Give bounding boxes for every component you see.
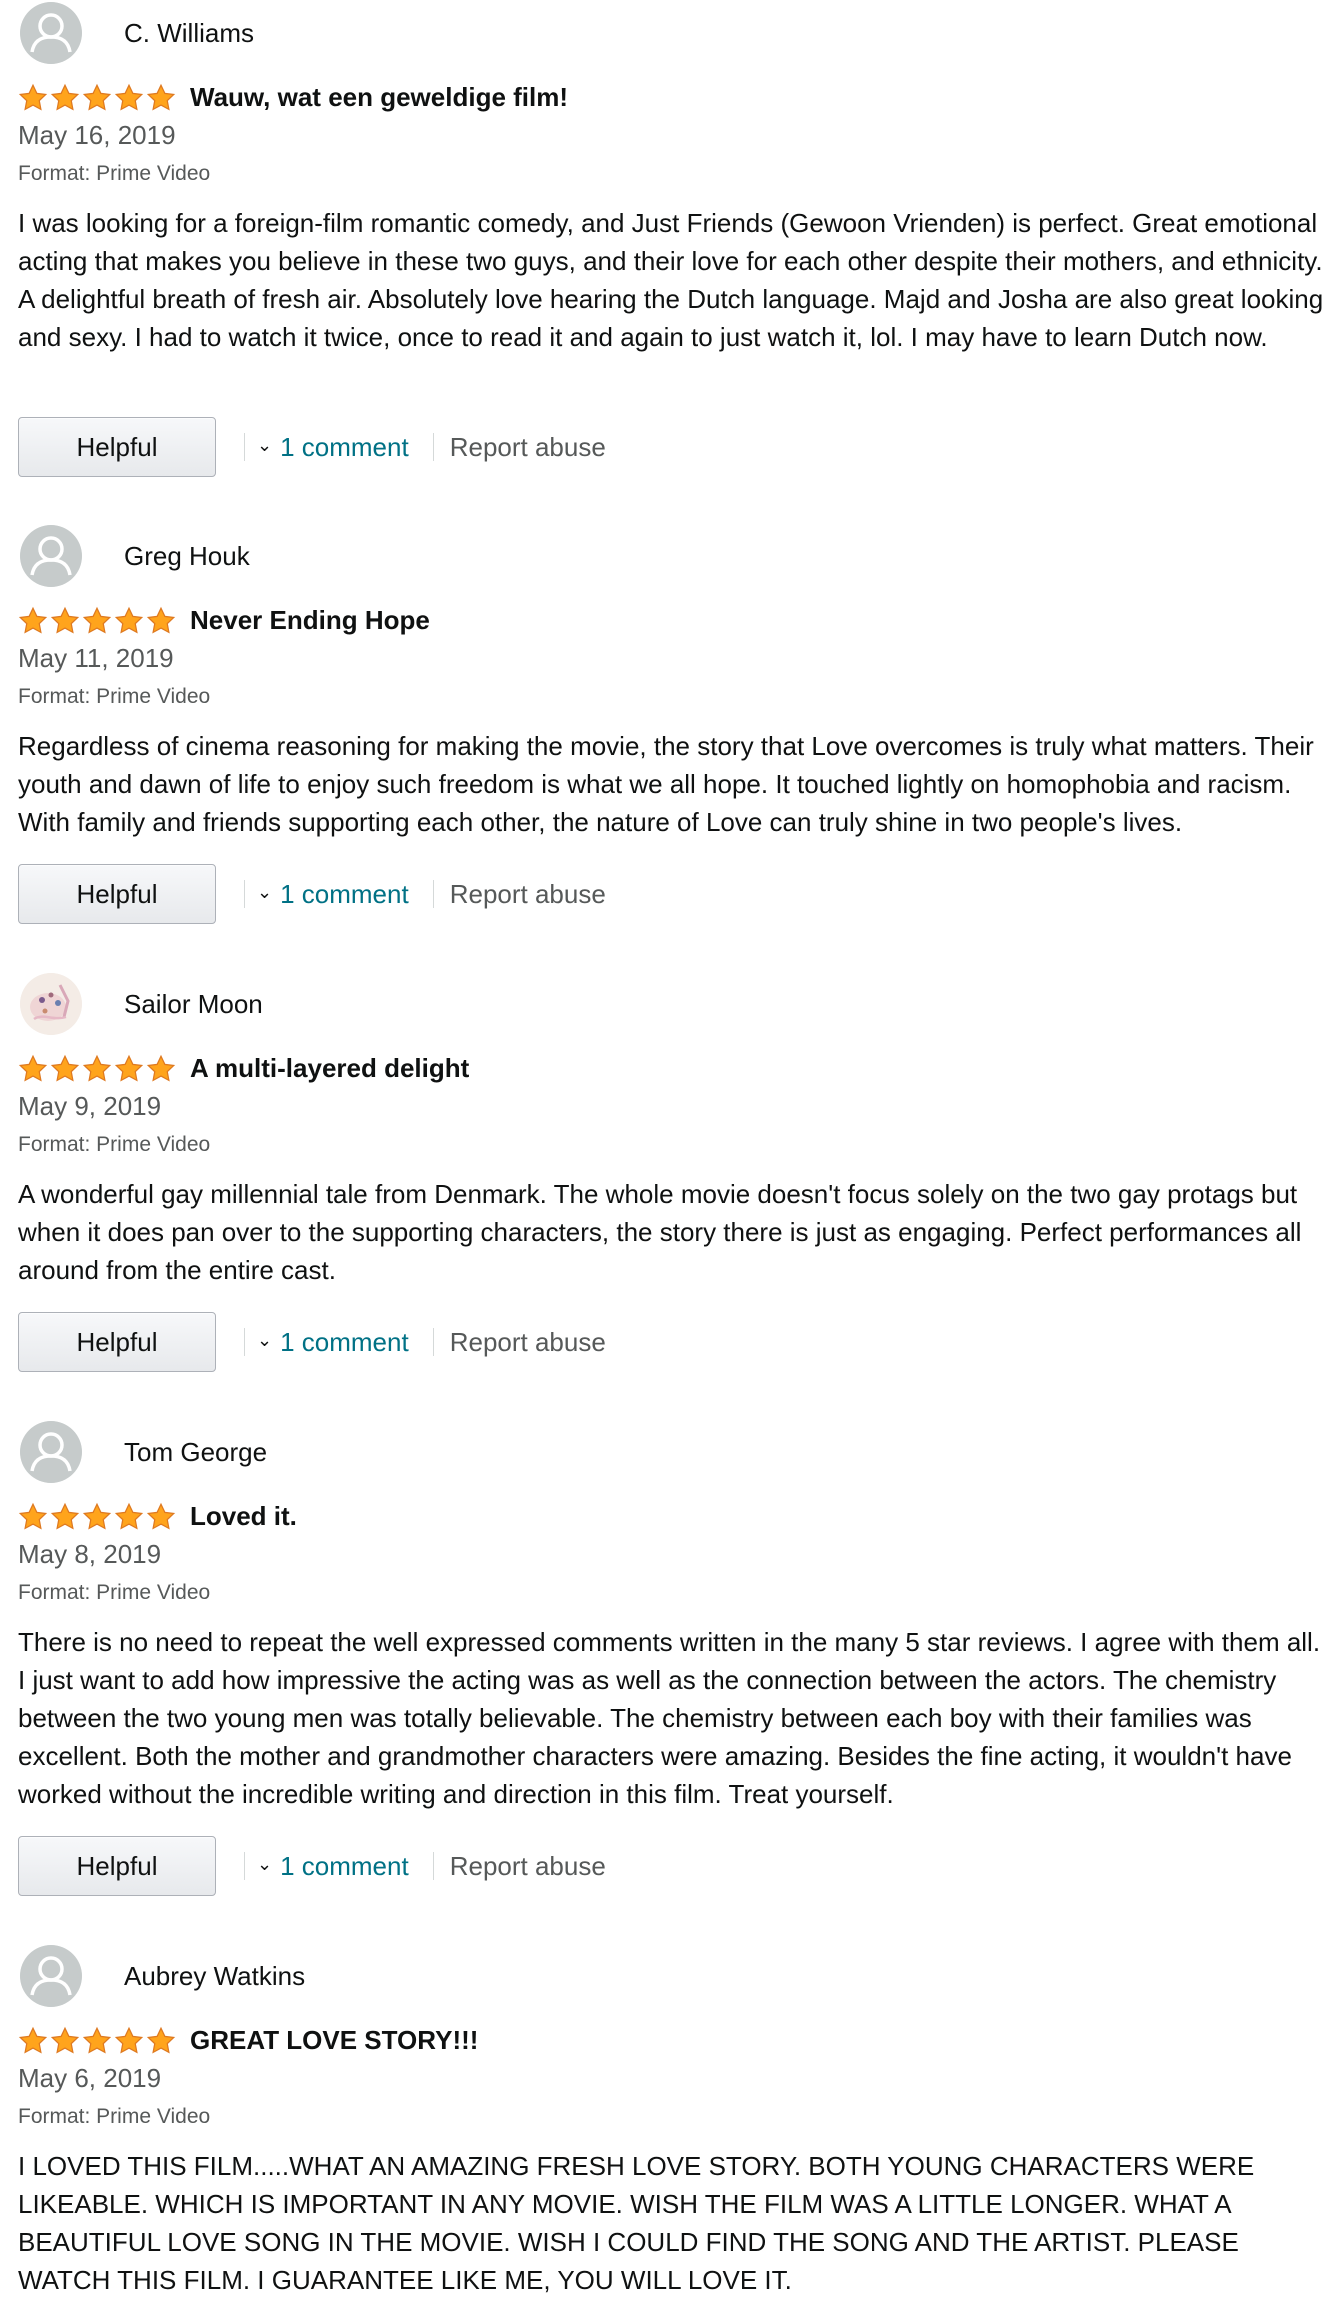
review-title[interactable]: A multi-layered delight (190, 1053, 469, 1084)
report-abuse-link[interactable]: Report abuse (450, 879, 606, 910)
report-abuse-link[interactable]: Report abuse (450, 1327, 606, 1358)
review-format: Format: Prime Video (18, 1581, 211, 1604)
comments-link[interactable]: 1 comment (280, 1851, 409, 1882)
divider (244, 1328, 245, 1356)
review-format: Format: Prime Video (18, 2105, 211, 2128)
custom-avatar-icon (20, 973, 82, 1035)
star-icon (50, 2026, 80, 2054)
star-rating[interactable] (18, 83, 176, 113)
star-icon (82, 1502, 112, 1530)
comments-link[interactable]: 1 comment (280, 1327, 409, 1358)
star-icon (18, 1054, 48, 1082)
review-title[interactable]: GREAT LOVE STORY!!! (190, 2025, 478, 2056)
review-date: May 9, 2019 (18, 1091, 162, 1121)
helpful-button[interactable]: Helpful (18, 417, 216, 477)
reviewer-name: Greg Houk (124, 540, 250, 571)
star-icon (82, 606, 112, 634)
review-actions: Helpful ⌄ 1 comment Report abuse (18, 1835, 606, 1897)
star-icon (146, 606, 176, 634)
star-icon (146, 1054, 176, 1082)
review-format: Format: Prime Video (18, 1133, 211, 1156)
review-actions: Helpful ⌄ 1 comment Report abuse (18, 416, 606, 478)
default-avatar-icon (20, 2, 82, 64)
report-abuse-link[interactable]: Report abuse (450, 432, 606, 463)
comments-link[interactable]: 1 comment (280, 432, 409, 463)
divider (244, 880, 245, 908)
star-icon (82, 2026, 112, 2054)
review-body: There is no need to repeat the well expr… (18, 1627, 1321, 1809)
comments-toggle[interactable]: ⌄ 1 comment (257, 432, 409, 463)
divider (432, 880, 434, 908)
default-avatar-icon (20, 1945, 82, 2007)
review-title[interactable]: Wauw, wat een geweldige film! (190, 82, 568, 113)
star-icon (82, 1054, 112, 1082)
chevron-down-icon: ⌄ (257, 434, 273, 455)
star-icon (50, 1502, 80, 1530)
reviewer-profile[interactable]: Aubrey Watkins (20, 1945, 305, 2007)
review-date: May 8, 2019 (18, 1539, 162, 1569)
reviewer-profile[interactable]: Sailor Moon (20, 973, 263, 1035)
star-rating[interactable] (18, 2026, 176, 2056)
comments-toggle[interactable]: ⌄ 1 comment (257, 879, 409, 910)
star-icon (146, 83, 176, 111)
star-rating[interactable] (18, 606, 176, 636)
comments-link[interactable]: 1 comment (280, 879, 409, 910)
review-actions: Helpful ⌄ 1 comment Report abuse (18, 863, 606, 925)
star-icon (146, 2026, 176, 2054)
reviewer-profile[interactable]: Tom George (20, 1421, 267, 1483)
star-icon (50, 83, 80, 111)
reviewer-name: C. Williams (124, 17, 254, 48)
star-icon (114, 606, 144, 634)
star-icon (114, 2026, 144, 2054)
star-rating[interactable] (18, 1502, 176, 1532)
star-icon (146, 1502, 176, 1530)
divider (432, 433, 434, 461)
default-avatar-icon (20, 525, 82, 587)
review-title[interactable]: Loved it. (190, 1501, 297, 1532)
star-icon (18, 606, 48, 634)
divider (432, 1852, 434, 1880)
review-format: Format: Prime Video (18, 162, 211, 185)
review-date: May 11, 2019 (18, 643, 174, 673)
review-body: A wonderful gay millennial tale from Den… (18, 1179, 1302, 1285)
reviewer-profile[interactable]: Greg Houk (20, 525, 250, 587)
reviewer-profile[interactable]: C. Williams (20, 2, 254, 64)
star-icon (18, 1502, 48, 1530)
star-rating[interactable] (18, 1054, 176, 1084)
review-title[interactable]: Never Ending Hope (190, 605, 430, 636)
helpful-button[interactable]: Helpful (18, 864, 216, 924)
review-body: Regardless of cinema reasoning for makin… (18, 731, 1314, 837)
star-icon (82, 83, 112, 111)
divider (432, 1328, 434, 1356)
default-avatar-icon (20, 1421, 82, 1483)
comments-toggle[interactable]: ⌄ 1 comment (257, 1327, 409, 1358)
review-body: I was looking for a foreign-film romanti… (18, 208, 1324, 352)
divider (244, 433, 245, 461)
star-icon (50, 1054, 80, 1082)
star-icon (114, 1502, 144, 1530)
comments-toggle[interactable]: ⌄ 1 comment (257, 1851, 409, 1882)
review-body: I LOVED THIS FILM.....WHAT AN AMAZING FR… (18, 2151, 1255, 2295)
star-icon (18, 83, 48, 111)
reviewer-name: Sailor Moon (124, 988, 263, 1019)
divider (244, 1852, 245, 1880)
chevron-down-icon: ⌄ (257, 1329, 273, 1350)
review-format: Format: Prime Video (18, 685, 211, 708)
report-abuse-link[interactable]: Report abuse (450, 1851, 606, 1882)
star-icon (50, 606, 80, 634)
reviewer-name: Tom George (124, 1436, 268, 1467)
helpful-button[interactable]: Helpful (18, 1312, 216, 1372)
reviewer-name: Aubrey Watkins (124, 1960, 306, 1991)
review-date: May 16, 2019 (18, 120, 176, 150)
chevron-down-icon: ⌄ (257, 881, 273, 902)
chevron-down-icon: ⌄ (257, 1853, 273, 1874)
helpful-button[interactable]: Helpful (18, 1836, 216, 1896)
star-icon (114, 83, 144, 111)
review-date: May 6, 2019 (18, 2063, 162, 2093)
review-actions: Helpful ⌄ 1 comment Report abuse (18, 1311, 606, 1373)
star-icon (114, 1054, 144, 1082)
star-icon (18, 2026, 48, 2054)
